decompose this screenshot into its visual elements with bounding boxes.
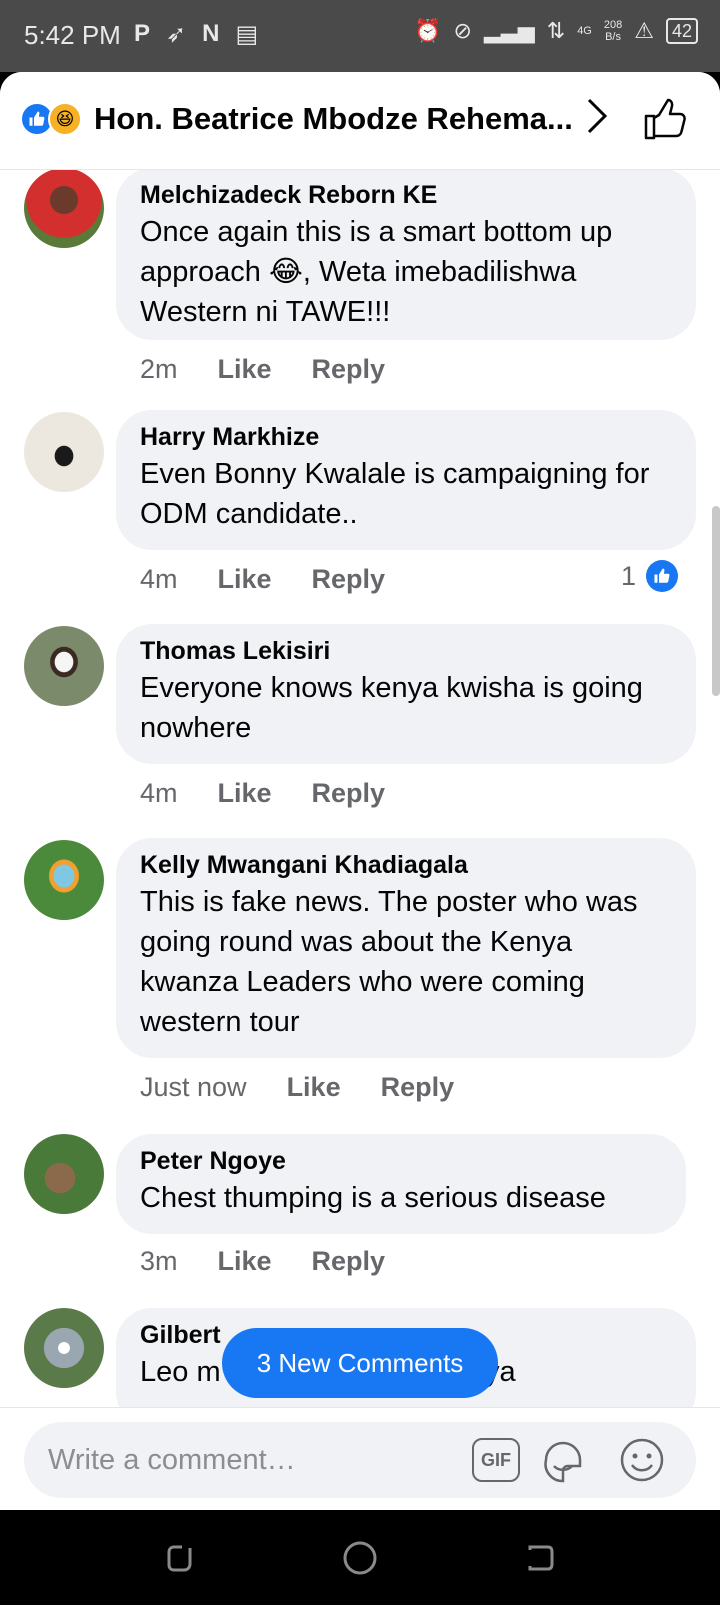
network-type: 4G [577,25,592,37]
comment-like-count[interactable]: 1 [621,560,678,592]
reply-button[interactable]: Reply [312,778,386,809]
avatar[interactable] [24,626,104,706]
chevron-right-icon[interactable] [584,96,610,146]
status-bar: 5:42 PM P ➶ N ▤ ⏰ ⊘ ▂▃▅ ⇅ 4G 208 B/s ⚠ 4… [0,0,720,72]
comment-time: 3m [140,1246,178,1276]
comment-composer: GIF [0,1407,720,1510]
dnd-icon: ⊘ [453,18,472,43]
comment-text: Chest thumping is a serious disease [140,1182,606,1214]
comment-bubble[interactable]: Harry Markhize Even Bonny Kwalale is cam… [116,410,696,550]
composer-field[interactable]: GIF [24,1422,696,1498]
comment-bubble[interactable]: Thomas Lekisiri Everyone knows kenya kwi… [116,624,696,764]
home-icon[interactable] [340,1538,380,1578]
signal-icon: ▂▃▅ [483,18,535,43]
comment-author[interactable]: Thomas Lekisiri [140,636,672,666]
p-app-icon: P [134,20,151,47]
reactions-header[interactable]: 😆 Hon. Beatrice Mbodze Rehema... [0,72,720,170]
avatar[interactable] [24,412,104,492]
system-nav-bar [0,1510,720,1605]
net-speed-unit: B/s [605,31,621,43]
back-icon[interactable] [520,1538,560,1578]
comment-actions: 4m Like Reply [140,778,385,809]
reply-button[interactable]: Reply [312,1246,386,1277]
net-speed-value: 208 [603,19,623,31]
comment-bubble[interactable]: Peter Ngoye Chest thumping is a serious … [116,1134,686,1234]
comment-actions: 3m Like Reply [140,1246,385,1277]
comment-text: Once again this is a smart bottom up app… [140,216,613,328]
comment-time: 2m [140,354,178,384]
reply-button[interactable]: Reply [312,354,386,385]
new-comments-button[interactable]: 3 New Comments [222,1328,498,1398]
sticker-icon[interactable] [538,1436,588,1484]
comment-time: 4m [140,778,178,808]
gif-button[interactable]: GIF [472,1438,520,1482]
comments-sheet: 😆 Hon. Beatrice Mbodze Rehema... Melchiz… [0,72,720,1510]
like-badge-icon [646,560,678,592]
comment-actions: 4m Like Reply [140,564,385,595]
comment-text: Even Bonny Kwalale is campaigning for OD… [140,458,650,530]
comment-text: This is fake news. The poster who was go… [140,886,638,1038]
comment-time: 4m [140,564,178,594]
bird-app-icon: ➶ [166,21,187,48]
like-button[interactable]: Like [287,1072,341,1103]
reader-app-icon: ▤ [235,21,259,48]
comment-actions: 2m Like Reply [140,354,385,385]
avatar[interactable] [24,1308,104,1388]
like-count-number: 1 [620,560,636,591]
reply-button[interactable]: Reply [312,564,386,595]
comment-author[interactable]: Melchizadeck Reborn KE [140,180,672,210]
system-icons: ⏰ ⊘ ▂▃▅ ⇅ 4G 208 B/s ⚠ 42 [414,18,698,44]
like-button[interactable]: Like [218,564,272,595]
comment-actions: Just now Like Reply [140,1072,454,1103]
reply-button[interactable]: Reply [381,1072,455,1103]
avatar[interactable] [24,840,104,920]
comment-author[interactable]: Peter Ngoye [140,1146,662,1176]
comment-bubble[interactable]: Melchizadeck Reborn KE Once again this i… [116,168,696,340]
net-speed: 208 B/s [604,19,622,43]
reaction-summary[interactable]: 😆 [20,102,84,138]
comment-time: Just now [140,1072,247,1102]
haha-reaction-icon: 😆 [48,102,82,136]
like-button[interactable]: Like [218,354,272,385]
alarm-icon: ⏰ [414,18,442,43]
recents-icon[interactable] [160,1538,200,1578]
scrollbar[interactable] [712,506,720,696]
comment-text: Everyone knows kenya kwisha is going now… [140,672,643,744]
comment-bubble[interactable]: Kelly Mwangani Khadiagala This is fake n… [116,838,696,1058]
comment-author[interactable]: Kelly Mwangani Khadiagala [140,850,672,880]
warning-icon: ⚠ [634,18,654,43]
like-button[interactable]: Like [218,1246,272,1277]
comment-author[interactable]: Harry Markhize [140,422,672,452]
avatar[interactable] [24,1134,104,1214]
battery-indicator: 42 [665,18,698,44]
notification-icons: P ➶ N ▤ [134,20,258,49]
data-arrows-icon: ⇅ [546,18,566,43]
like-button[interactable]: Like [218,778,272,809]
emoji-icon[interactable] [618,1436,666,1484]
status-time: 5:42 PM [24,20,121,50]
thumbs-up-icon[interactable] [642,96,688,142]
comment-input[interactable] [48,1422,428,1498]
page-title[interactable]: Hon. Beatrice Mbodze Rehema... [94,101,573,137]
n-app-icon: N [202,20,220,47]
avatar[interactable] [24,168,104,248]
